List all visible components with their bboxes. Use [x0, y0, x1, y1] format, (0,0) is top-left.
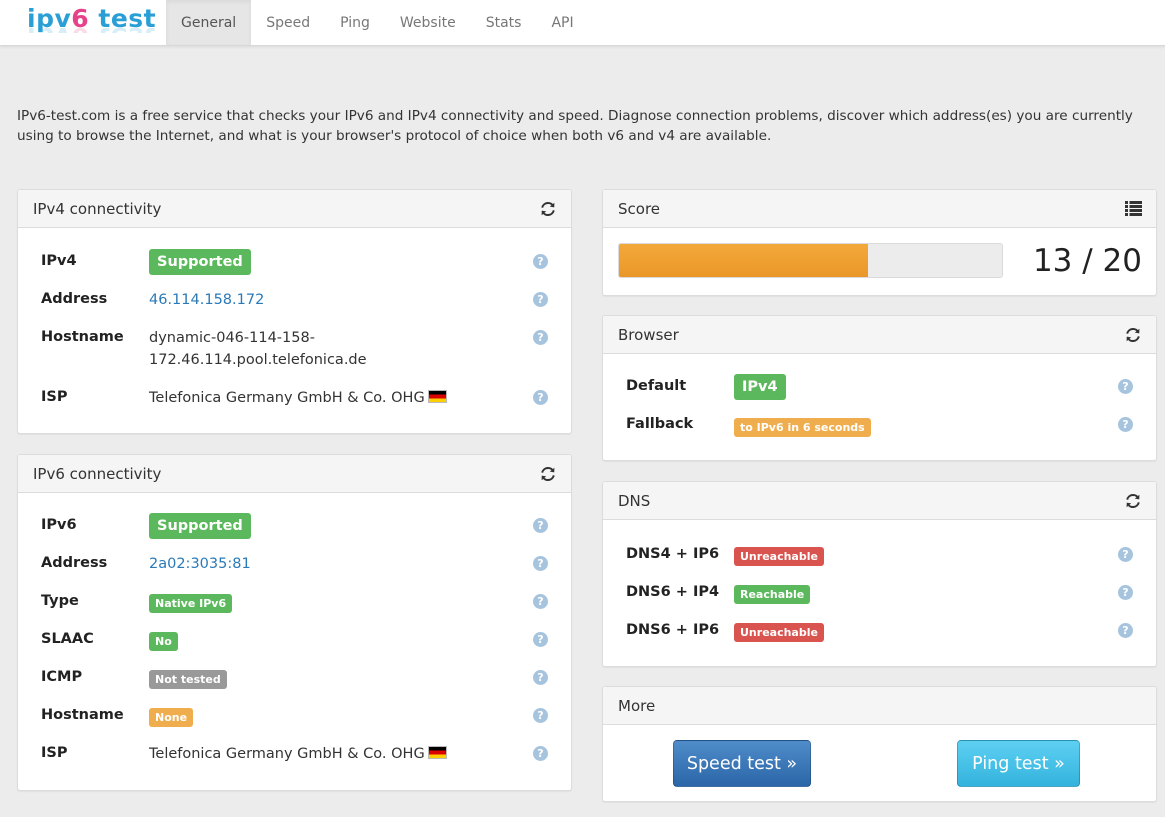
ipv4-panel-title: IPv4 connectivity	[33, 199, 162, 218]
germany-flag-icon	[427, 746, 447, 759]
help-icon[interactable]: ?	[1118, 379, 1133, 394]
ipv4-address-value[interactable]: 46.114.158.172	[149, 289, 264, 311]
nav-api[interactable]: API	[536, 0, 588, 45]
help-icon[interactable]: ?	[533, 518, 548, 533]
browser-default-label: Default	[626, 378, 687, 394]
browser-panel-heading: Browser	[603, 316, 1156, 354]
ipv4-isp-label: ISP	[41, 389, 68, 405]
ipv4-panel-heading: IPv4 connectivity	[18, 190, 571, 228]
ipv6-hostname-badge: None	[149, 706, 194, 728]
ping-test-button[interactable]: Ping test »	[957, 740, 1080, 787]
more-panel-title: More	[618, 696, 656, 715]
help-icon[interactable]: ?	[533, 746, 548, 761]
ipv6-panel-heading: IPv6 connectivity	[18, 455, 571, 493]
germany-flag-icon	[427, 390, 447, 403]
more-panel-heading: More	[603, 687, 1156, 725]
ipv4-isp-value: Telefonica Germany GmbH & Co. OHG	[149, 387, 447, 409]
dns4-ip6-label: DNS4 + IP6	[626, 546, 720, 562]
ipv6-hostname-label: Hostname	[41, 707, 124, 723]
ipv6-icmp-label: ICMP	[41, 669, 83, 685]
ipv6-status-badge: Supported	[149, 513, 251, 539]
help-icon[interactable]: ?	[533, 594, 548, 609]
ipv6-type-badge: Native IPv6	[149, 592, 233, 614]
ipv6-panel-title: IPv6 connectivity	[33, 464, 162, 483]
nav-website[interactable]: Website	[385, 0, 471, 45]
speed-test-button[interactable]: Speed test »	[673, 740, 811, 787]
help-icon[interactable]: ?	[1118, 417, 1133, 432]
nav-general[interactable]: General	[166, 0, 252, 45]
ipv6-slaac-badge: No	[149, 630, 178, 652]
ipv4-panel: IPv4 connectivity IPv4 Supported ? Addre…	[17, 189, 572, 434]
ipv6-address-value[interactable]: 2a02:3035:81	[149, 553, 251, 575]
dns6-ip4-badge: Reachable	[734, 583, 811, 605]
help-icon[interactable]: ?	[533, 556, 548, 571]
help-icon[interactable]: ?	[533, 292, 548, 307]
help-icon[interactable]: ?	[533, 670, 548, 685]
refresh-icon[interactable]	[1124, 492, 1142, 510]
ipv6-panel: IPv6 connectivity IPv6 Supported ? Addre…	[17, 454, 572, 791]
refresh-icon[interactable]	[539, 465, 557, 483]
help-icon[interactable]: ?	[533, 708, 548, 723]
help-icon[interactable]: ?	[533, 330, 548, 345]
browser-panel: Browser Default IPv4 ? Fallback to IPv6 …	[602, 315, 1157, 461]
dns-panel-heading: DNS	[603, 482, 1156, 520]
nav-speed[interactable]: Speed	[251, 0, 325, 45]
ipv6-address-label: Address	[41, 555, 108, 571]
score-panel-title: Score	[618, 199, 661, 218]
more-panel: More Speed test » Ping test »	[602, 686, 1157, 802]
dns4-ip6-badge: Unreachable	[734, 545, 824, 567]
ipv4-status-badge: Supported	[149, 249, 251, 275]
ipv4-hostname-line2: 172.46.114.pool.telefonica.de	[149, 352, 367, 368]
nav-ping[interactable]: Ping	[325, 0, 385, 45]
ipv4-hostname-label: Hostname	[41, 329, 124, 345]
intro-text: IPv6-test.com is a free service that che…	[17, 108, 1133, 144]
help-icon[interactable]: ?	[533, 254, 548, 269]
score-value: 13 / 20	[1032, 243, 1142, 279]
dns-panel: DNS DNS4 + IP6 Unreachable ? DNS6 + IP4 …	[602, 481, 1157, 667]
browser-default-badge: IPv4	[734, 374, 786, 400]
score-panel: Score 13 / 20	[602, 189, 1157, 296]
help-icon[interactable]: ?	[533, 390, 548, 405]
dns-panel-title: DNS	[618, 491, 651, 510]
list-icon[interactable]	[1125, 201, 1142, 216]
score-progress-fill	[619, 244, 868, 277]
dns6-ip6-label: DNS6 + IP6	[626, 622, 720, 638]
score-panel-heading: Score	[603, 190, 1156, 228]
ipv4-label: IPv4	[41, 253, 77, 269]
ipv4-hostname-line1: dynamic-046-114-158-	[149, 330, 315, 346]
score-progress-bar	[618, 243, 1003, 278]
refresh-icon[interactable]	[1124, 326, 1142, 344]
help-icon[interactable]: ?	[1118, 623, 1133, 638]
navbar: ipv6 test ipv6 test General Speed Ping W…	[0, 0, 1165, 46]
brand-reflection: ipv6 test	[27, 21, 156, 33]
ipv6-slaac-label: SLAAC	[41, 631, 94, 647]
brand-logo[interactable]: ipv6 test ipv6 test	[0, 0, 166, 45]
nav-stats[interactable]: Stats	[471, 0, 537, 45]
refresh-icon[interactable]	[539, 200, 557, 218]
browser-panel-title: Browser	[618, 325, 679, 344]
ipv6-isp-value: Telefonica Germany GmbH & Co. OHG	[149, 743, 447, 765]
dns6-ip6-badge: Unreachable	[734, 621, 824, 643]
help-icon[interactable]: ?	[1118, 585, 1133, 600]
ipv6-type-label: Type	[41, 593, 79, 609]
ipv6-label: IPv6	[41, 517, 77, 533]
ipv6-isp-label: ISP	[41, 745, 68, 761]
help-icon[interactable]: ?	[1118, 547, 1133, 562]
help-icon[interactable]: ?	[533, 632, 548, 647]
ipv6-icmp-badge: Not tested	[149, 668, 227, 690]
ipv4-address-label: Address	[41, 291, 108, 307]
browser-fallback-label: Fallback	[626, 416, 694, 432]
dns6-ip4-label: DNS6 + IP4	[626, 584, 720, 600]
browser-fallback-badge: to IPv6 in 6 seconds	[734, 416, 871, 438]
